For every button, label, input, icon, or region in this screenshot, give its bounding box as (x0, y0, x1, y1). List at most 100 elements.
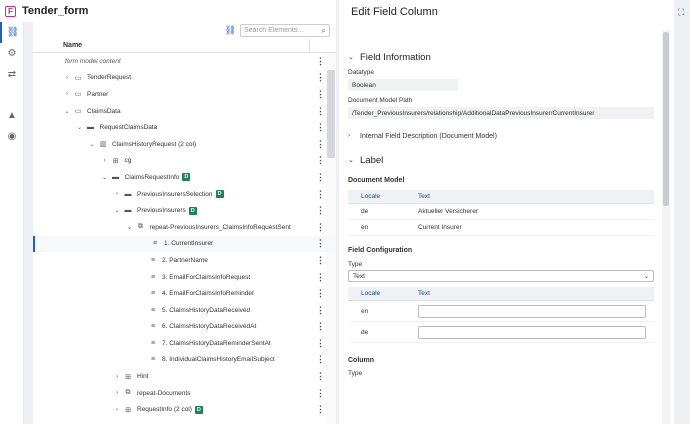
element-type-icon: ▬ (124, 190, 132, 198)
chevron-right-icon[interactable]: › (63, 91, 71, 97)
kebab-menu-icon[interactable]: ⋮ (316, 255, 325, 266)
tree-row[interactable]: › ⊞ RequestInfo (2 col) D ⋮ (33, 401, 336, 418)
kebab-menu-icon[interactable]: ⋮ (316, 72, 325, 83)
chevron-down-icon[interactable]: ⌄ (101, 174, 109, 181)
kebab-menu-icon[interactable]: ⋮ (316, 354, 325, 365)
tree-row[interactable]: ⌄ ▭ ClaimsData ⋮ (33, 103, 336, 120)
form-logo-icon: F (5, 5, 16, 17)
chevron-right-icon[interactable]: › (113, 191, 121, 197)
tree-row[interactable]: ≡ 4. EmailForClaimsInfoReminder ⋮ (33, 285, 336, 302)
tree-row[interactable]: ≡ 6. ClaimsHistoryDataReceivedAt ⋮ (33, 319, 336, 336)
tree-row[interactable]: ≡ 8. IndividualClaimsHistoryEmailSubject ⋮ (33, 352, 336, 369)
element-type-icon: ▭ (74, 108, 82, 116)
tree-row[interactable]: › ⊞ Hint ⋮ (33, 368, 336, 385)
search-input[interactable] (244, 27, 314, 34)
element-type-icon: ▬ (124, 207, 132, 215)
chevron-down-icon[interactable]: ⌄ (76, 124, 84, 131)
tree-row[interactable]: ≡ 1. CurrentInsurer ⋮ (33, 235, 336, 253)
chevron-right-icon: › (348, 133, 350, 139)
type-label: Type (348, 261, 363, 268)
tree-row-label: repeat-Documents (137, 389, 191, 397)
tree-row[interactable]: ≡ 2. PartnerName ⋮ (33, 252, 336, 269)
kebab-menu-icon[interactable]: ⋮ (316, 288, 325, 299)
kebab-menu-icon[interactable]: ⋮ (316, 338, 325, 349)
chevron-down-icon[interactable]: ⌄ (113, 207, 121, 214)
kebab-menu-icon[interactable]: ⋮ (316, 89, 325, 100)
element-type-icon: ▭ (74, 74, 82, 82)
element-type-icon: ⊞ (112, 157, 119, 165)
kebab-menu-icon[interactable]: ⋮ (316, 272, 325, 283)
text-input[interactable] (418, 325, 646, 339)
kebab-menu-icon[interactable]: ⋮ (316, 106, 325, 117)
text-input[interactable] (418, 304, 646, 318)
chevron-down-icon[interactable]: ⌄ (126, 224, 134, 231)
config-table-header: Locale Text (348, 287, 654, 301)
kebab-menu-icon[interactable]: ⋮ (316, 305, 325, 316)
tree-row[interactable]: › ⊞ cg ⋮ (33, 153, 336, 170)
kebab-menu-icon[interactable]: ⋮ (316, 222, 325, 233)
editor-scrollbar-thumb[interactable] (663, 32, 669, 206)
search-icon[interactable]: ⌕ (322, 26, 326, 36)
chevron-down-icon[interactable]: ⌄ (88, 141, 96, 148)
tree-row[interactable]: › ▬ PreviousInsurersSelection D ⋮ (33, 186, 336, 203)
kebab-menu-icon[interactable]: ⋮ (316, 321, 325, 332)
field-information-section[interactable]: ⌄ Field Information (348, 50, 654, 64)
tree-row[interactable]: ⌄ ▥ ClaimsHistoryRequest (2 col) ⋮ (33, 136, 336, 153)
chevron-right-icon[interactable]: › (101, 158, 109, 164)
config-table-body: en de (348, 301, 654, 343)
expand-icon[interactable]: ⛶ (678, 7, 684, 18)
label-section[interactable]: ⌄ Label (348, 153, 654, 167)
data-badge: D (182, 173, 191, 182)
kebab-menu-icon[interactable]: ⋮ (316, 205, 325, 216)
kebab-menu-icon[interactable]: ⋮ (316, 122, 325, 133)
kebab-menu-icon[interactable]: ⋮ (316, 172, 325, 183)
type-select[interactable]: Text ⌄ (348, 270, 654, 282)
locale-cell: de (361, 208, 369, 215)
tree-row[interactable]: ⌄ ▬ ClaimsRequestInfo D ⋮ (33, 169, 336, 186)
kebab-menu-icon[interactable]: ⋮ (316, 139, 325, 150)
tree-row[interactable]: › ⧉ repeat-Documents ⋮ (33, 385, 336, 402)
gear-icon[interactable]: ⚙ (0, 43, 24, 64)
rules-icon[interactable]: ▲ (0, 105, 24, 126)
tree-row[interactable]: ⌄ ⧉ repeat-PreviousInsurers_ClaimsInfoRequ… (33, 219, 336, 236)
tree-row[interactable]: ≡ 5. ClaimsHistoryDataReceived ⋮ (33, 302, 336, 319)
column-heading: Column (348, 357, 375, 364)
internal-description-section[interactable]: › Internal Field Description (Document M… (348, 130, 654, 142)
tree-row[interactable]: › ▭ TenderRequest ⋮ (33, 70, 336, 87)
kebab-menu-icon[interactable]: ⋮ (316, 404, 325, 415)
kebab-menu-icon[interactable]: ⋮ (316, 371, 325, 382)
kebab-menu-icon[interactable]: ⋮ (316, 238, 325, 249)
kebab-menu-icon[interactable]: ⋮ (316, 388, 325, 399)
field-configuration-heading: Field Configuration (348, 247, 413, 254)
swap-icon[interactable]: ⇄ (0, 64, 24, 85)
kebab-menu-icon[interactable]: ⋮ (316, 189, 325, 200)
tree-row[interactable]: ≡ 3. EmailForClaimsInfoRequest ⋮ (33, 269, 336, 286)
name-column-header[interactable]: Name (33, 39, 336, 53)
tree-row[interactable]: › ▭ Partner ⋮ (33, 86, 336, 103)
element-type-icon: ≡ (150, 273, 156, 281)
element-type-icon: ≡ (152, 240, 158, 248)
text-header: Text (418, 290, 430, 297)
chevron-right-icon[interactable]: › (113, 390, 121, 396)
tree-row-label: TenderRequest (87, 74, 132, 82)
tree-row[interactable]: ⌄ ▬ RequestClaimsData ⋮ (33, 119, 336, 136)
kebab-menu-icon[interactable]: ⋮ (316, 155, 325, 166)
tree-row[interactable]: ≡ 7. ClaimsHistoryDataReminderSentAt ⋮ (33, 335, 336, 352)
eye-icon[interactable]: ◉ (0, 126, 24, 147)
kebab-menu-icon[interactable]: ⋮ (316, 56, 325, 67)
structure-icon[interactable]: ⛓ (0, 22, 24, 43)
chevron-right-icon[interactable]: › (113, 407, 121, 413)
locale-cell: de (361, 328, 369, 336)
chevron-right-icon[interactable]: › (63, 75, 71, 81)
doc-model-path-value: /Tender_PreviousInsurers/relationship/Ad… (348, 107, 654, 119)
tree-row-label: 5. ClaimsHistoryDataReceived (162, 306, 251, 314)
tree-row-label: 1. CurrentInsurer (164, 240, 214, 248)
chevron-down-icon[interactable]: ⌄ (63, 108, 71, 115)
field-information-heading: Field Information (360, 51, 431, 63)
hierarchy-icon[interactable]: ⛓ (225, 25, 236, 36)
chevron-right-icon[interactable]: › (113, 374, 121, 380)
tree-row-label: ClaimsHistoryRequest (2 col) (112, 140, 197, 148)
tree-row[interactable]: ⌄ ▬ PreviousInsurers D ⋮ (33, 202, 336, 219)
locale-header: Locale (361, 193, 381, 200)
tree-row[interactable]: form model content ⋮ (33, 53, 336, 70)
